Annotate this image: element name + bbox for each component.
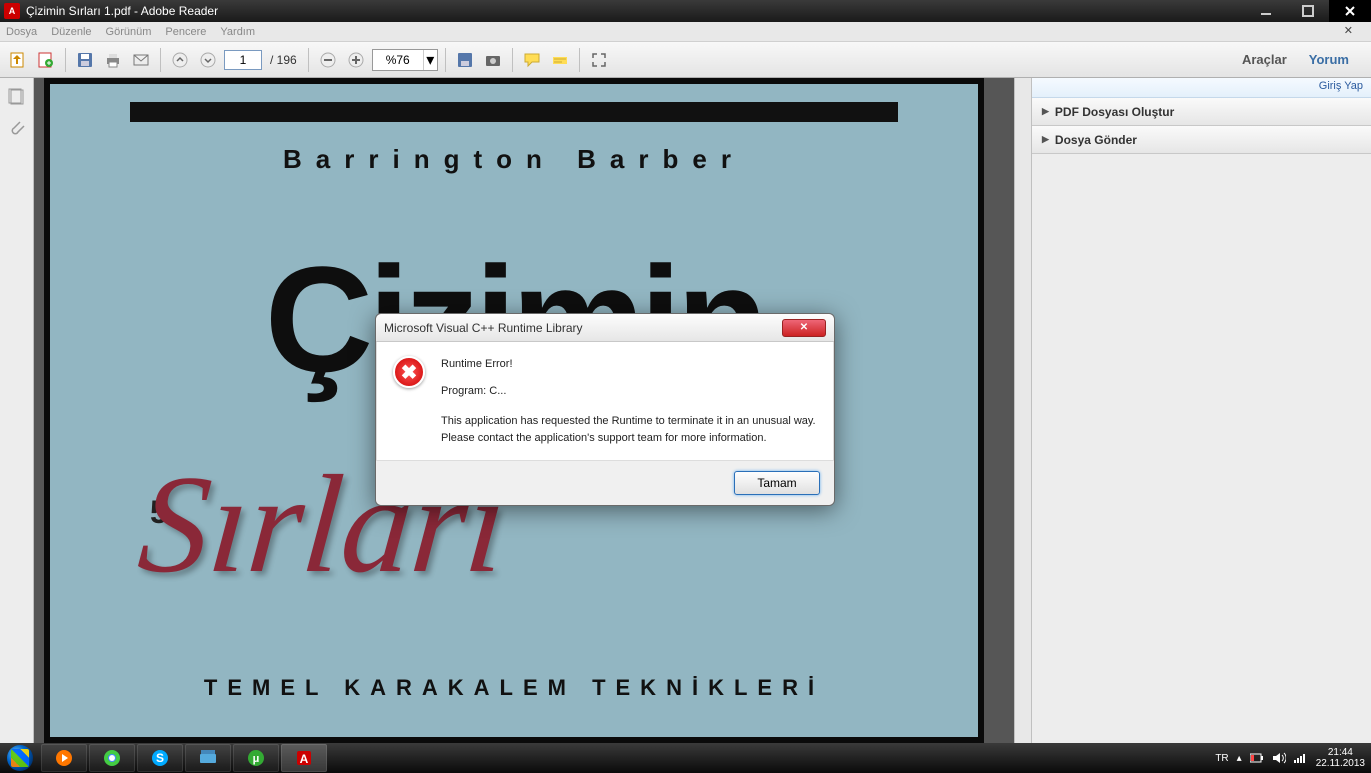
task-utorrent[interactable]: μ <box>233 744 279 772</box>
task-chrome[interactable] <box>89 744 135 772</box>
snapshot-icon[interactable] <box>481 48 505 72</box>
error-program: Program: C... <box>441 383 817 400</box>
side-send-file[interactable]: ▶ Dosya Gönder <box>1032 126 1371 154</box>
thumbnails-icon[interactable] <box>6 86 28 108</box>
svg-text:A: A <box>300 752 309 766</box>
error-heading: Runtime Error! <box>441 356 817 373</box>
dialog-title: Microsoft Visual C++ Runtime Library <box>384 321 583 335</box>
chevron-down-icon[interactable]: ▾ <box>423 50 437 70</box>
zoom-out-icon[interactable] <box>316 48 340 72</box>
taskbar: S μ A TR ▴ 21:44 22.11.2013 <box>0 743 1371 773</box>
toolbar-right: Araçlar Yorum <box>1236 48 1365 71</box>
separator <box>308 48 309 72</box>
print-icon[interactable] <box>101 48 125 72</box>
windows-orb-icon <box>7 745 33 771</box>
svg-text:S: S <box>156 751 164 765</box>
dialog-body: ✖ Runtime Error! Program: C... This appl… <box>376 342 834 461</box>
menu-window[interactable]: Pencere <box>165 26 206 38</box>
system-tray: TR ▴ 21:44 22.11.2013 <box>1215 747 1371 769</box>
adobe-reader-icon: A <box>4 3 20 19</box>
page-up-icon[interactable] <box>168 48 192 72</box>
task-keyboard[interactable] <box>185 744 231 772</box>
battery-icon[interactable] <box>1250 753 1264 763</box>
save-icon[interactable] <box>73 48 97 72</box>
vertical-scrollbar[interactable] <box>1014 78 1031 743</box>
export-pdf-icon[interactable] <box>6 48 30 72</box>
menu-edit[interactable]: Düzenle <box>51 26 91 38</box>
error-body1: This application has requested the Runti… <box>441 413 817 430</box>
error-dialog: Microsoft Visual C++ Runtime Library ✕ ✖… <box>375 313 835 506</box>
zoom-input[interactable] <box>373 50 423 70</box>
nav-pane <box>0 78 34 743</box>
side-item-label: Dosya Gönder <box>1055 133 1137 147</box>
menu-file[interactable]: Dosya <box>6 26 37 38</box>
separator <box>65 48 66 72</box>
separator <box>512 48 513 72</box>
close-doc-button[interactable]: ✕ <box>1344 24 1353 37</box>
attachments-icon[interactable] <box>6 116 28 138</box>
ok-button[interactable]: Tamam <box>734 471 820 495</box>
save-copy-icon[interactable] <box>453 48 477 72</box>
window-titlebar: A Çizimin Sırları 1.pdf - Adobe Reader <box>0 0 1371 22</box>
side-item-label: PDF Dosyası Oluştur <box>1055 105 1174 119</box>
clock[interactable]: 21:44 22.11.2013 <box>1316 747 1365 769</box>
highlight-icon[interactable] <box>548 48 572 72</box>
maximize-button[interactable] <box>1287 0 1329 22</box>
dialog-footer: Tamam <box>376 461 834 505</box>
fullscreen-icon[interactable] <box>587 48 611 72</box>
zoom-select[interactable]: ▾ <box>372 49 438 71</box>
menu-help[interactable]: Yardım <box>220 26 255 38</box>
dialog-titlebar[interactable]: Microsoft Visual C++ Runtime Library ✕ <box>376 314 834 342</box>
separator <box>160 48 161 72</box>
side-panel: Giriş Yap ▶ PDF Dosyası Oluştur ▶ Dosya … <box>1031 78 1371 743</box>
minimize-button[interactable] <box>1245 0 1287 22</box>
error-icon: ✖ <box>393 356 425 388</box>
network-icon[interactable] <box>1294 752 1308 764</box>
create-pdf-icon[interactable] <box>34 48 58 72</box>
cover-subtitle: TEMEL KARAKALEM TEKNİKLERİ <box>50 675 978 701</box>
separator <box>579 48 580 72</box>
task-skype[interactable]: S <box>137 744 183 772</box>
svg-text:μ: μ <box>253 753 260 765</box>
email-icon[interactable] <box>129 48 153 72</box>
close-button[interactable] <box>1329 0 1371 22</box>
language-indicator[interactable]: TR <box>1215 753 1228 764</box>
separator <box>445 48 446 72</box>
menu-view[interactable]: Görünüm <box>106 26 152 38</box>
tools-link[interactable]: Araçlar <box>1236 48 1293 71</box>
toolbar: / 196 ▾ Araçlar Yorum <box>0 42 1371 78</box>
chevron-right-icon: ▶ <box>1042 134 1049 145</box>
chevron-right-icon: ▶ <box>1042 106 1049 117</box>
page-down-icon[interactable] <box>196 48 220 72</box>
side-create-pdf[interactable]: ▶ PDF Dosyası Oluştur <box>1032 98 1371 126</box>
dialog-message: Runtime Error! Program: C... This applic… <box>441 356 817 446</box>
clock-time: 21:44 <box>1316 747 1365 758</box>
task-media-player[interactable] <box>41 744 87 772</box>
cover-bar <box>130 102 898 122</box>
error-body2: Please contact the application's support… <box>441 430 817 447</box>
start-button[interactable] <box>0 743 40 773</box>
comment-icon[interactable] <box>520 48 544 72</box>
window-title: Çizimin Sırları 1.pdf - Adobe Reader <box>24 4 1245 18</box>
cover-author: Barrington Barber <box>50 144 978 175</box>
tray-chevron-icon[interactable]: ▴ <box>1237 753 1242 764</box>
window-buttons <box>1245 0 1371 22</box>
clock-date: 22.11.2013 <box>1316 758 1365 769</box>
page-number-input[interactable] <box>224 50 262 70</box>
volume-icon[interactable] <box>1272 752 1286 764</box>
dialog-close-button[interactable]: ✕ <box>782 319 826 337</box>
login-link[interactable]: Giriş Yap <box>1032 78 1371 98</box>
task-adobe-reader[interactable]: A <box>281 744 327 772</box>
menu-bar: Dosya Düzenle Görünüm Pencere Yardım ✕ <box>0 22 1371 42</box>
comment-link[interactable]: Yorum <box>1303 48 1355 71</box>
page-total-label: / 196 <box>270 53 297 67</box>
zoom-in-icon[interactable] <box>344 48 368 72</box>
